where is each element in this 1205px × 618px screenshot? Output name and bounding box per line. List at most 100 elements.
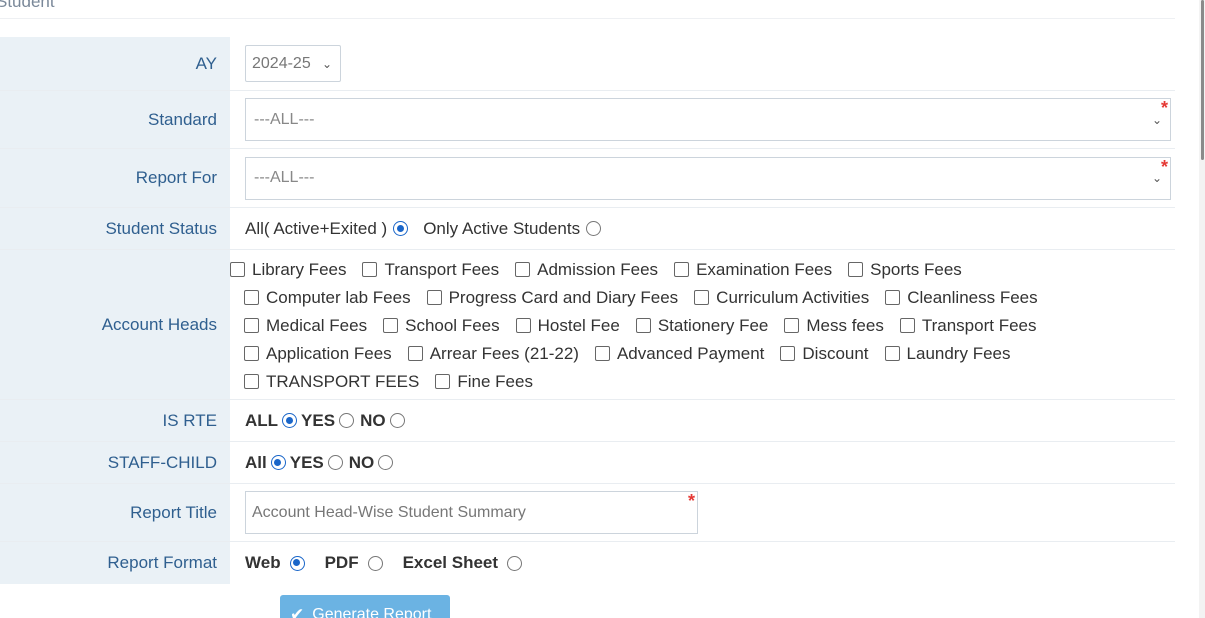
account-heads-list: Library Fees Transport Fees Admission Fees… xyxy=(230,250,1175,399)
status-active-radio[interactable] xyxy=(586,221,602,236)
scrollbar-thumb[interactable] xyxy=(1201,0,1204,160)
account-head-checkbox[interactable] xyxy=(899,318,915,334)
account-head-item[interactable]: TRANSPORT FEES xyxy=(244,367,419,395)
row-standard: Standard ---ALL--- ⌄ * xyxy=(0,91,1175,149)
account-head-item[interactable]: Curriculum Activities xyxy=(694,283,869,311)
account-head-label: Stationery Fee xyxy=(657,316,769,336)
report-for-select-value: ---ALL--- xyxy=(254,169,315,186)
report-format-label: Report Format xyxy=(0,542,230,584)
account-head-item[interactable]: Examination Fees xyxy=(674,255,832,283)
rte-all-label: ALL xyxy=(245,410,279,430)
account-head-item[interactable]: Hostel Fee xyxy=(515,311,620,339)
account-head-item[interactable]: Advanced Payment xyxy=(594,339,764,367)
report-title-label: Report Title xyxy=(0,484,230,541)
account-head-label: Transport Fees xyxy=(921,316,1037,336)
account-head-item[interactable]: Mess fees xyxy=(784,311,884,339)
staff-all-radio[interactable] xyxy=(270,455,286,470)
rte-all-radio[interactable] xyxy=(282,413,298,428)
account-head-item[interactable]: Discount xyxy=(780,339,869,367)
staff-no-radio[interactable] xyxy=(378,455,394,470)
report-for-label: Report For xyxy=(0,149,230,207)
account-head-item[interactable]: Arrear Fees (21-22) xyxy=(407,339,579,367)
format-pdf-radio[interactable] xyxy=(367,555,383,571)
report-title-input[interactable]: Account Head-Wise Student Summary * xyxy=(245,491,698,534)
account-head-item[interactable]: School Fees xyxy=(383,311,500,339)
required-asterisk-icon: * xyxy=(1160,98,1168,118)
account-heads-line: Library Fees Transport Fees Admission Fees… xyxy=(230,255,978,283)
account-head-label: Application Fees xyxy=(266,344,392,364)
account-head-checkbox[interactable] xyxy=(515,318,531,334)
standard-select[interactable]: ---ALL--- ⌄ * xyxy=(245,98,1171,141)
student-status-label: Student Status xyxy=(0,208,230,249)
account-head-checkbox[interactable] xyxy=(780,346,796,362)
account-head-checkbox[interactable] xyxy=(244,374,259,390)
rte-no-radio[interactable] xyxy=(389,413,405,428)
account-head-checkbox[interactable] xyxy=(884,346,900,362)
account-heads-line: Application Fees Arrear Fees (21-22) Advan… xyxy=(230,339,1026,367)
account-head-item[interactable]: Cleanliness Fees xyxy=(885,283,1038,311)
format-web-label: Web xyxy=(245,553,281,572)
account-head-item[interactable]: Sports Fees xyxy=(848,255,962,283)
rte-yes-radio[interactable] xyxy=(339,413,355,428)
account-head-item[interactable]: Computer lab Fees xyxy=(244,283,411,311)
account-head-label: Fine Fees xyxy=(457,372,533,392)
account-head-label: Sports Fees xyxy=(870,259,962,279)
account-heads-line: TRANSPORT FEES Fine Fees xyxy=(230,367,549,395)
ay-select[interactable]: 2024-25 ⌄ xyxy=(245,45,341,82)
account-head-checkbox[interactable] xyxy=(244,346,259,362)
account-head-item[interactable]: Library Fees xyxy=(230,255,346,283)
format-web-radio[interactable] xyxy=(289,555,305,571)
standard-select-value: ---ALL--- xyxy=(254,110,315,128)
account-head-checkbox[interactable] xyxy=(635,318,651,334)
account-head-item[interactable]: Transport Fees xyxy=(899,311,1037,339)
account-head-label: Arrear Fees (21-22) xyxy=(429,344,579,364)
account-head-label: Examination Fees xyxy=(696,259,833,279)
format-excel-radio[interactable] xyxy=(507,555,523,571)
vertical-scrollbar[interactable] xyxy=(1199,0,1205,618)
report-form: AY 2024-25 ⌄ Standard ---ALL--- ⌄ * Repo… xyxy=(0,37,1175,584)
account-head-checkbox[interactable] xyxy=(407,346,423,362)
row-account-heads: Account Heads Library Fees Transport Fees… xyxy=(0,250,1175,400)
account-heads-label: Account Heads xyxy=(0,250,230,399)
heading-divider xyxy=(0,18,1175,19)
account-head-checkbox[interactable] xyxy=(244,318,259,334)
account-head-checkbox[interactable] xyxy=(362,261,378,277)
report-for-select[interactable]: ---ALL--- ⌄ * xyxy=(245,156,1171,200)
account-head-item[interactable]: Admission Fees xyxy=(515,255,658,283)
account-head-checkbox[interactable] xyxy=(694,290,710,305)
account-head-checkbox[interactable] xyxy=(674,261,690,277)
account-head-label: Discount xyxy=(802,344,869,364)
account-head-checkbox[interactable] xyxy=(383,318,399,334)
account-head-item[interactable]: Transport Fees xyxy=(362,255,499,283)
generate-report-label: Generate Report xyxy=(312,606,432,618)
account-head-label: Library Fees xyxy=(252,259,347,279)
account-head-checkbox[interactable] xyxy=(848,261,864,277)
account-head-label: Medical Fees xyxy=(266,316,368,336)
status-all-radio[interactable] xyxy=(393,221,409,236)
account-head-checkbox[interactable] xyxy=(230,261,245,277)
account-head-item[interactable]: Application Fees xyxy=(244,339,392,367)
staff-no-label: NO xyxy=(348,452,375,472)
account-head-checkbox[interactable] xyxy=(244,290,259,305)
status-all-label: All( Active+Exited ) xyxy=(245,218,388,238)
account-head-label: School Fees xyxy=(405,316,500,336)
account-head-checkbox[interactable] xyxy=(426,290,442,305)
account-head-item[interactable]: Laundry Fees xyxy=(884,339,1010,367)
account-head-checkbox[interactable] xyxy=(435,374,451,390)
report-title-value: Account Head-Wise Student Summary xyxy=(252,503,526,521)
account-head-checkbox[interactable] xyxy=(594,346,610,362)
account-head-item[interactable]: Progress Card and Diary Fees xyxy=(426,283,678,311)
account-head-checkbox[interactable] xyxy=(784,318,800,334)
generate-report-button[interactable]: ✔ Generate Report xyxy=(280,595,450,618)
account-head-checkbox[interactable] xyxy=(515,261,531,277)
ay-select-value: 2024-25 xyxy=(252,54,311,72)
staff-yes-radio[interactable] xyxy=(327,455,343,470)
account-head-item[interactable]: Fine Fees xyxy=(435,367,533,395)
account-heads-line: Computer lab Fees Progress Card and Diary… xyxy=(230,283,1054,311)
account-head-item[interactable]: Stationery Fee xyxy=(635,311,769,339)
account-head-checkbox[interactable] xyxy=(885,290,901,305)
format-pdf-label: PDF xyxy=(324,553,359,572)
account-head-item[interactable]: Medical Fees xyxy=(244,311,367,339)
page-title: Student xyxy=(0,0,55,11)
row-report-format: Report Format Web PDF Excel Sheet xyxy=(0,542,1175,584)
